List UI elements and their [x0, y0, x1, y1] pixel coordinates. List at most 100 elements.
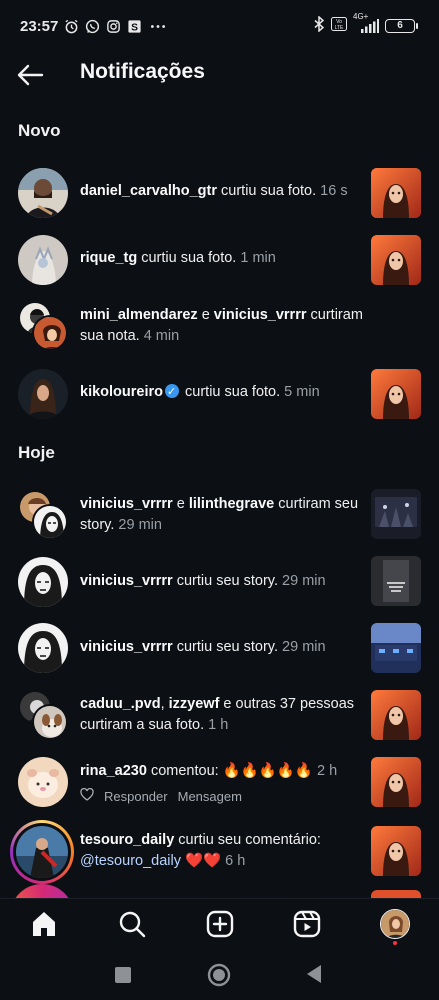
notification-message: curtiu seu story. — [172, 573, 283, 589]
home-button-icon[interactable] — [207, 963, 231, 992]
post-thumbnail[interactable] — [371, 890, 421, 898]
section-title-today: Hoje — [18, 443, 55, 462]
time-ago: 29 min — [118, 517, 162, 533]
battery-icon: 6 — [385, 18, 418, 33]
bluetooth-icon — [313, 15, 325, 35]
notification-item-partial[interactable] — [0, 884, 439, 898]
notification-text: kikoloureiro curtiu sua foto. 5 min — [80, 382, 364, 403]
arrow-left-icon[interactable] — [16, 62, 46, 88]
instagram-icon — [106, 19, 121, 34]
joiner-text: , — [160, 696, 169, 712]
time-ago: 5 min — [284, 384, 320, 400]
avatar[interactable] — [18, 168, 68, 218]
mention-link[interactable]: @tesouro_daily — [80, 853, 181, 869]
username[interactable]: vinicius_vrrrr — [80, 639, 173, 655]
page-title: Notificações — [80, 60, 205, 83]
avatar-with-story-ring[interactable] — [10, 884, 74, 898]
avatar[interactable] — [18, 557, 68, 607]
notification-text: mini_almendarez e vinicius_vrrrr curtira… — [80, 305, 364, 347]
post-thumbnail[interactable] — [371, 235, 421, 285]
status-bar: 23:57 S Vo LTE 4G+ 6 — [0, 0, 439, 52]
notification-text: caduu_.pvd, izzyewf e outras 37 pessoas … — [80, 694, 364, 736]
post-thumbnail[interactable] — [371, 757, 421, 807]
notification-message: curtiu sua foto. — [181, 384, 285, 400]
notification-text: vinicius_vrrrr e lilinthegrave curtiram … — [80, 494, 364, 536]
time-ago: 2 h — [317, 763, 338, 779]
notification-text: vinicius_vrrrr curtiu seu story. 29 min — [80, 571, 364, 592]
reply-button[interactable]: Responder — [104, 789, 168, 804]
section-title-new: Novo — [18, 121, 61, 140]
time-ago: 29 min — [282, 573, 326, 589]
avatar[interactable] — [18, 757, 68, 807]
username[interactable]: caduu_.pvd — [80, 696, 161, 712]
joiner-text: e — [197, 307, 214, 323]
alarm-icon — [64, 19, 79, 34]
create-icon[interactable] — [205, 909, 235, 939]
username[interactable]: rina_a230 — [80, 763, 147, 779]
story-thumbnail[interactable] — [371, 489, 421, 539]
username[interactable]: daniel_carvalho_gtr — [80, 183, 217, 199]
username[interactable]: vinicius_vrrrr — [214, 307, 307, 323]
avatar-group[interactable] — [18, 490, 68, 540]
reels-icon[interactable] — [292, 909, 322, 939]
more-dots-icon — [148, 19, 168, 34]
username[interactable]: vinicius_vrrrr — [80, 573, 173, 589]
post-thumbnail[interactable] — [371, 826, 421, 876]
avatar[interactable] — [18, 235, 68, 285]
notification-text: vinicius_vrrrr curtiu seu story. 29 min — [80, 637, 364, 658]
back-triangle-icon[interactable] — [305, 964, 323, 989]
bottom-navigation — [0, 898, 439, 954]
post-thumbnail[interactable] — [371, 369, 421, 419]
username[interactable]: tesouro_daily — [80, 832, 174, 848]
header: Notificações — [0, 52, 439, 98]
time-ago: 16 s — [320, 183, 348, 199]
volte-icon: Vo LTE — [331, 17, 347, 34]
avatar — [32, 504, 68, 540]
avatar[interactable] — [18, 623, 68, 673]
username[interactable]: izzyewf — [169, 696, 220, 712]
notification-message: curtiu seu story. — [172, 639, 283, 655]
message-button[interactable]: Mensagem — [178, 789, 242, 804]
username[interactable]: vinicius_vrrrr — [80, 496, 173, 512]
profile-avatar[interactable] — [380, 909, 410, 939]
time-ago: 1 h — [208, 717, 229, 733]
avatar — [32, 315, 68, 351]
verified-badge-icon — [165, 382, 179, 403]
username[interactable]: kikoloureiro — [80, 384, 163, 400]
network-type-label: 4G+ — [353, 11, 369, 21]
time-ago: 29 min — [282, 639, 326, 655]
search-icon[interactable] — [117, 909, 147, 939]
post-thumbnail[interactable] — [371, 168, 421, 218]
username[interactable]: rique_tg — [80, 250, 137, 266]
avatar[interactable] — [18, 369, 68, 419]
notification-message: curtiu sua foto. — [137, 250, 241, 266]
story-thumbnail[interactable] — [371, 623, 421, 673]
status-time: 23:57 — [20, 17, 59, 35]
username[interactable]: mini_almendarez — [80, 307, 198, 323]
time-ago: 6 h — [225, 853, 246, 869]
notification-text: rique_tg curtiu sua foto. 1 min — [80, 248, 364, 269]
avatar-group[interactable] — [18, 301, 68, 351]
notification-dot — [393, 941, 397, 945]
avatar-with-story-ring[interactable] — [10, 820, 74, 884]
svg-text:S: S — [131, 22, 138, 33]
battery-level: 6 — [397, 20, 403, 31]
svg-text:LTE: LTE — [335, 25, 344, 31]
post-thumbnail[interactable] — [371, 690, 421, 740]
notification-text: rina_a230 comentou: 🔥🔥🔥🔥🔥 2 h — [80, 761, 364, 782]
s-app-icon: S — [127, 19, 142, 34]
comment-emojis: ❤️❤️ — [180, 853, 226, 869]
recent-apps-icon[interactable] — [114, 966, 132, 989]
avatar-group[interactable] — [18, 690, 68, 740]
comment-actions: Responder Mensagem — [80, 787, 242, 804]
home-icon[interactable] — [29, 909, 59, 939]
heart-outline-icon[interactable] — [80, 787, 94, 804]
time-ago: 4 min — [143, 328, 180, 344]
username[interactable]: lilinthegrave — [189, 496, 274, 512]
notification-text: tesouro_daily curtiu seu comentário: @te… — [80, 830, 364, 872]
notification-text: daniel_carvalho_gtr curtiu sua foto. 16 … — [80, 181, 364, 202]
story-thumbnail[interactable] — [371, 556, 421, 606]
avatar — [32, 704, 68, 740]
whatsapp-icon — [85, 19, 100, 34]
joiner-text: e — [172, 496, 189, 512]
